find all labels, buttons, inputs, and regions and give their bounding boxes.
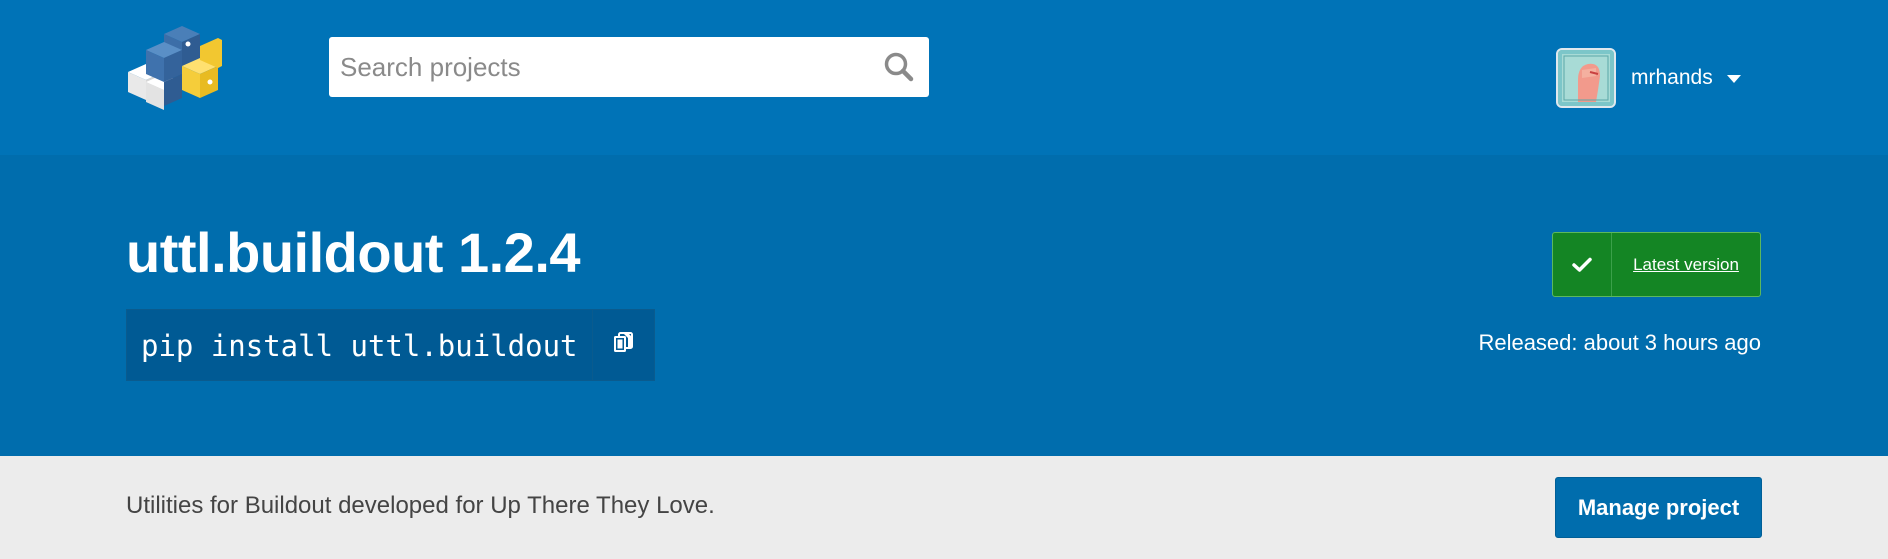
avatar[interactable] [1556,48,1616,108]
search-icon[interactable] [881,49,917,85]
user-menu[interactable]: mrhands [1556,48,1741,108]
package-banner [0,155,1888,456]
release-date: Released: about 3 hours ago [1478,330,1761,355]
manage-project-button[interactable]: Manage project [1555,477,1762,538]
latest-version-badge[interactable]: Latest version [1552,232,1761,297]
site-header: mrhands [0,0,1888,155]
package-title: uttl.buildout 1.2.4 [126,221,581,284]
pypi-logo-icon[interactable] [124,20,226,110]
search-box [329,37,929,97]
pip-command[interactable]: pip install uttl.buildout [127,310,592,380]
package-description: Utilities for Buildout developed for Up … [126,492,715,519]
copy-button[interactable] [591,310,654,380]
copy-icon [613,331,633,359]
pip-install-box: pip install uttl.buildout [126,309,655,381]
latest-version-link[interactable]: Latest version [1612,233,1760,296]
caret-down-icon[interactable] [1726,75,1741,83]
check-icon [1553,233,1612,296]
username[interactable]: mrhands [1631,66,1713,90]
search-input[interactable] [329,37,869,97]
